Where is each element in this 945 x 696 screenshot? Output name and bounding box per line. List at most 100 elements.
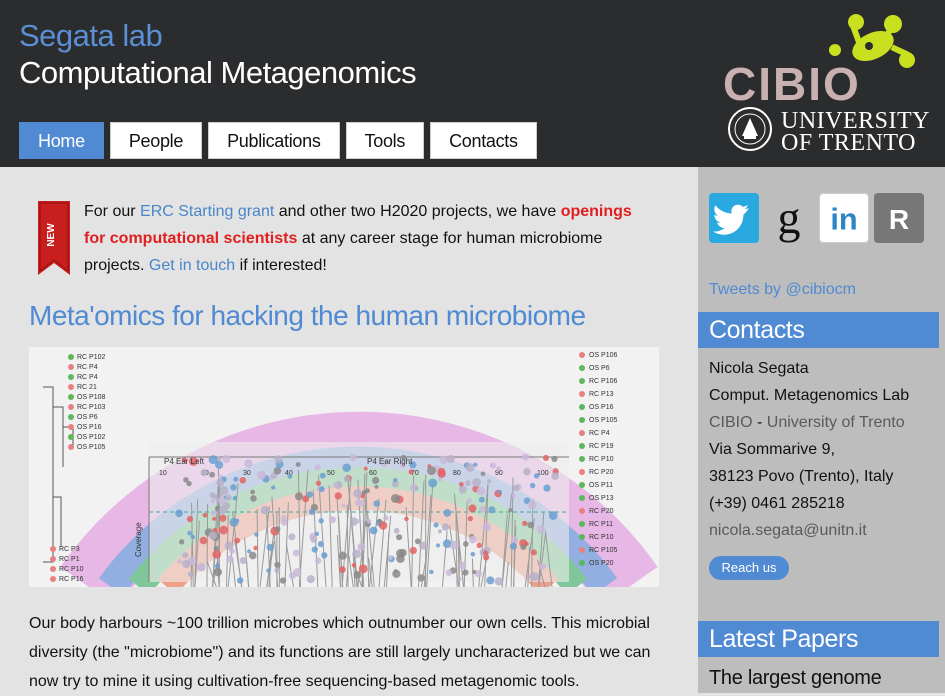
- data-point: [214, 568, 222, 576]
- data-point: [462, 569, 468, 575]
- sample-marker: [68, 354, 74, 360]
- cibio-link[interactable]: CIBIO: [709, 414, 753, 431]
- twitter-feed-link[interactable]: Tweets by @cibiocm: [709, 281, 856, 299]
- data-point: [239, 477, 246, 484]
- cibio-logo[interactable]: CIBIO: [723, 8, 923, 103]
- announcement-part: For our: [84, 203, 140, 220]
- sample-label-right: OS P16: [589, 404, 614, 411]
- data-point: [396, 534, 402, 540]
- data-point: [438, 468, 446, 476]
- sample-label-right: RC P106: [589, 378, 618, 385]
- nav-tools[interactable]: Tools: [346, 122, 425, 159]
- sample-marker: [579, 430, 585, 436]
- nav-home[interactable]: Home: [19, 122, 104, 159]
- data-point: [233, 477, 238, 482]
- data-point: [234, 538, 240, 544]
- data-point: [388, 555, 393, 560]
- sample-marker: [579, 547, 585, 553]
- sample-label-right: RC P20: [589, 508, 614, 515]
- data-point: [391, 494, 400, 503]
- data-point: [319, 486, 325, 492]
- contact-phone: (+39) 0461 285218: [709, 495, 845, 513]
- sample-label-left: RC P4: [77, 374, 98, 381]
- data-point: [511, 493, 515, 497]
- data-point: [522, 454, 529, 461]
- data-point: [359, 564, 368, 573]
- nav-contacts[interactable]: Contacts: [430, 122, 537, 159]
- data-point: [383, 515, 388, 520]
- data-point: [367, 519, 372, 524]
- arc-label-right: P4 Ear Right: [367, 457, 413, 466]
- data-point: [211, 499, 215, 503]
- data-point: [218, 474, 223, 479]
- nav-people[interactable]: People: [110, 122, 202, 159]
- data-point: [212, 517, 216, 521]
- get-in-touch-link[interactable]: Get in touch: [149, 257, 235, 274]
- data-point: [481, 471, 486, 476]
- data-point: [200, 537, 208, 545]
- data-point: [219, 515, 226, 522]
- google-scholar-icon[interactable]: g: [764, 193, 814, 243]
- sample-marker: [50, 556, 56, 562]
- erc-grant-link[interactable]: ERC Starting grant: [140, 203, 274, 220]
- sample-marker: [579, 443, 585, 449]
- contact-institute: CIBIO - University of Trento: [709, 414, 905, 432]
- data-point: [463, 541, 469, 547]
- data-point: [410, 483, 418, 491]
- sample-marker: [68, 444, 74, 450]
- data-point: [275, 526, 281, 532]
- data-point: [266, 568, 270, 572]
- sample-label-right: RC P10: [589, 456, 614, 463]
- data-point: [527, 522, 534, 529]
- data-point: [362, 490, 367, 495]
- data-point: [446, 570, 452, 576]
- sample-marker: [68, 434, 74, 440]
- researchgate-icon[interactable]: R G: [874, 193, 924, 243]
- sample-marker: [68, 374, 74, 380]
- microbiome-figure: 102030405060708090100 RC P102RC P4RC P4R…: [29, 347, 659, 587]
- arc-label-left: P4 Ear Left: [164, 457, 205, 466]
- data-point: [522, 521, 527, 526]
- reach-us-button[interactable]: Reach us: [709, 556, 789, 580]
- data-point: [244, 459, 252, 467]
- sample-label-left: RC P3: [59, 546, 80, 553]
- data-point: [483, 550, 488, 555]
- sample-label-left: OS P105: [77, 444, 106, 451]
- sample-marker: [68, 364, 74, 370]
- data-point: [472, 478, 481, 487]
- data-point: [477, 543, 482, 548]
- data-point: [197, 563, 206, 572]
- data-point: [219, 505, 228, 514]
- data-point: [450, 541, 459, 550]
- data-point: [439, 455, 447, 463]
- data-point: [417, 574, 424, 581]
- university-link[interactable]: University of Trento: [767, 414, 905, 431]
- new-ribbon-text: NEW: [46, 223, 57, 247]
- data-point: [250, 490, 255, 495]
- data-point: [466, 498, 471, 503]
- new-ribbon-icon: NEW: [38, 201, 70, 275]
- data-point: [436, 543, 440, 547]
- data-point: [190, 535, 195, 540]
- data-point: [247, 549, 251, 553]
- data-point: [531, 549, 537, 555]
- lab-name[interactable]: Segata lab: [19, 18, 162, 54]
- latest-paper-title[interactable]: The largest genome: [709, 667, 881, 690]
- sample-marker: [579, 417, 585, 423]
- nav-publications[interactable]: Publications: [208, 122, 339, 159]
- linkedin-icon[interactable]: in: [819, 193, 869, 243]
- data-point: [352, 563, 357, 568]
- data-point: [549, 511, 558, 520]
- twitter-icon[interactable]: [709, 193, 759, 243]
- sample-marker: [579, 352, 585, 358]
- university-logo[interactable]: UNIVERSITY OF TRENTO: [725, 103, 925, 159]
- data-point: [476, 487, 485, 496]
- data-point: [534, 473, 539, 478]
- contact-email[interactable]: nicola.segata@unitn.it: [709, 522, 867, 540]
- data-point: [230, 484, 237, 491]
- data-point: [179, 539, 184, 544]
- sample-label-left: OS P108: [77, 394, 106, 401]
- sample-marker: [579, 469, 585, 475]
- data-point: [307, 491, 313, 497]
- sample-label-left: RC P102: [77, 354, 106, 361]
